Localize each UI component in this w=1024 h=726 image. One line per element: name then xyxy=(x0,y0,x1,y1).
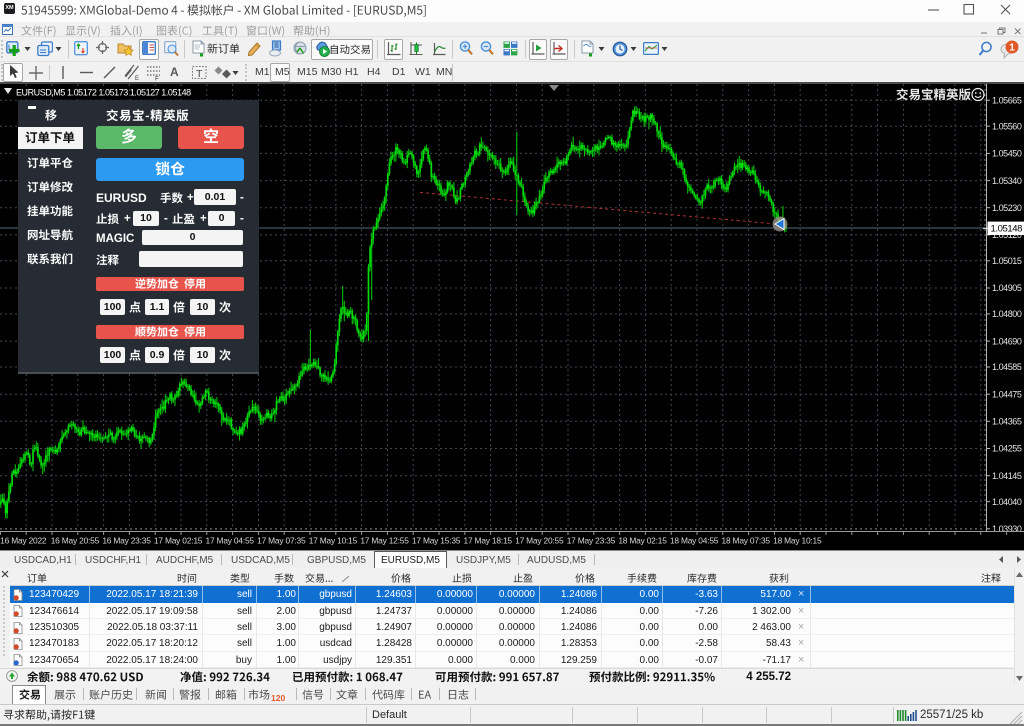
svg-text:17 May 10:15: 17 May 10:15 xyxy=(309,536,358,546)
svg-text:1.05230: 1.05230 xyxy=(992,203,1022,213)
svg-text:1.05450: 1.05450 xyxy=(992,149,1022,159)
svg-text:1.04800: 1.04800 xyxy=(992,309,1022,319)
svg-text:1.04905: 1.04905 xyxy=(992,283,1022,293)
svg-text:1.04475: 1.04475 xyxy=(992,389,1022,399)
svg-text:18 May 04:55: 18 May 04:55 xyxy=(670,536,719,546)
svg-text:F: F xyxy=(155,76,159,82)
svg-text:1.05148: 1.05148 xyxy=(991,224,1023,235)
svg-text:17 May 15:35: 17 May 15:35 xyxy=(412,536,461,546)
svg-text:E: E xyxy=(135,76,139,81)
svg-text:16 May 20:55: 16 May 20:55 xyxy=(51,536,100,546)
svg-text:1.04690: 1.04690 xyxy=(992,336,1022,346)
svg-text:17 May 07:35: 17 May 07:35 xyxy=(257,536,306,546)
svg-text:1.04585: 1.04585 xyxy=(992,362,1022,372)
svg-text:1.05340: 1.05340 xyxy=(992,176,1022,186)
svg-text:T: T xyxy=(196,68,203,80)
svg-text:1.04365: 1.04365 xyxy=(992,417,1022,427)
svg-text:1.04040: 1.04040 xyxy=(992,497,1022,507)
svg-text:17 May 04:55: 17 May 04:55 xyxy=(206,536,255,546)
svg-text:EURUSD,M5 1.05172 1.05173 1.0: EURUSD,M5 1.05172 1.05173 1.05127 1.0514… xyxy=(16,88,191,98)
svg-text:16 May 2022: 16 May 2022 xyxy=(0,536,47,546)
svg-text:17 May 20:55: 17 May 20:55 xyxy=(515,536,564,546)
svg-text:18 May 07:35: 18 May 07:35 xyxy=(722,536,771,546)
svg-text:18 May 02:15: 18 May 02:15 xyxy=(618,536,667,546)
svg-text:1.05665: 1.05665 xyxy=(992,96,1022,106)
svg-text:1.05560: 1.05560 xyxy=(992,121,1022,131)
svg-text:17 May 02:15: 17 May 02:15 xyxy=(154,536,203,546)
svg-text:1.04145: 1.04145 xyxy=(992,471,1022,481)
svg-text:18 May 10:15: 18 May 10:15 xyxy=(773,536,822,546)
svg-text:1: 1 xyxy=(1009,42,1015,53)
svg-text:17 May 18:15: 17 May 18:15 xyxy=(464,536,513,546)
svg-text:1.04255: 1.04255 xyxy=(992,444,1022,454)
svg-text:17 May 12:55: 17 May 12:55 xyxy=(360,536,409,546)
svg-text:17 May 23:35: 17 May 23:35 xyxy=(567,536,616,546)
svg-text:1.05015: 1.05015 xyxy=(992,256,1022,266)
svg-text:16 May 23:35: 16 May 23:35 xyxy=(102,536,151,546)
